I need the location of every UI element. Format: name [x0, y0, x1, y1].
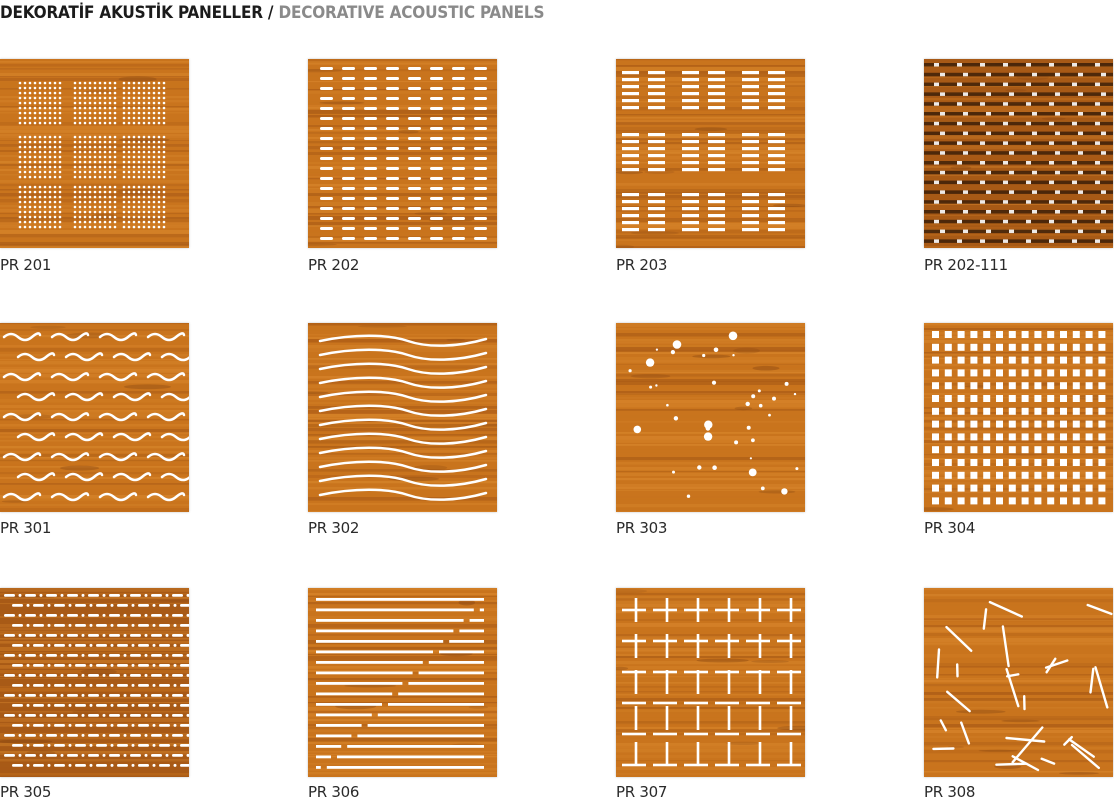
panel-label: PR 304 [924, 519, 975, 537]
panel-pattern [0, 59, 189, 248]
panel-pr-301 [0, 323, 189, 512]
panel-label: PR 302 [308, 519, 359, 537]
panel-pattern [924, 588, 1113, 777]
panel-pattern [924, 323, 1113, 512]
title-turkish: DEKORATİF AKUSTİK PANELLER / [0, 3, 273, 23]
panel-pr-202 [308, 59, 497, 248]
panel-pattern [308, 323, 497, 512]
panel-pattern [616, 59, 805, 248]
panel-pr-302 [308, 323, 497, 512]
panel-pr-303 [616, 323, 805, 512]
panel-pr-201 [0, 59, 189, 248]
panel-pr-308 [924, 588, 1113, 777]
panel-pr-202-111 [924, 59, 1113, 248]
panel-label: PR 201 [0, 256, 51, 274]
panel-label: PR 303 [616, 519, 667, 537]
panel-pr-305 [0, 588, 189, 777]
page-title: DEKORATİF AKUSTİK PANELLER / DECORATIVE … [0, 2, 544, 24]
panel-label: PR 305 [0, 783, 51, 801]
panel-pr-203 [616, 59, 805, 248]
panel-pr-304 [924, 323, 1113, 512]
panel-label: PR 202 [308, 256, 359, 274]
panel-label: PR 307 [616, 783, 667, 801]
panel-pr-307 [616, 588, 805, 777]
panel-label: PR 306 [308, 783, 359, 801]
panel-pattern [0, 323, 189, 512]
panel-pattern [0, 588, 189, 777]
panel-label: PR 203 [616, 256, 667, 274]
title-english: DECORATIVE ACOUSTIC PANELS [278, 3, 544, 23]
panel-pattern [924, 59, 1113, 248]
panel-pattern [616, 588, 805, 777]
panel-label: PR 301 [0, 519, 51, 537]
panel-pattern [308, 59, 497, 248]
panel-pattern [616, 323, 805, 512]
panel-label: PR 202-111 [924, 256, 1008, 274]
panel-pr-306 [308, 588, 497, 777]
panel-label: PR 308 [924, 783, 975, 801]
panel-pattern [308, 588, 497, 777]
